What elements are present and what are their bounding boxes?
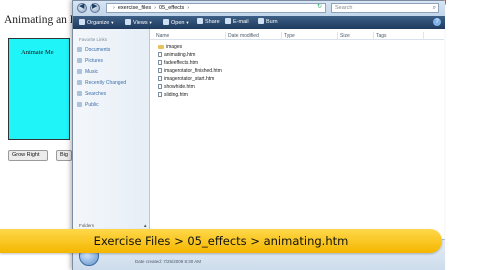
searches-icon <box>77 91 82 96</box>
nav-item-music[interactable]: Music <box>77 69 98 76</box>
chevron-down-icon: ▼ <box>185 20 190 25</box>
back-button[interactable]: ◀ <box>77 3 87 13</box>
folders-toggle[interactable]: Folders <box>79 223 94 228</box>
list-item[interactable]: showhide.htm <box>158 84 195 91</box>
chevron-up-icon[interactable]: ▲ <box>143 223 147 228</box>
share-icon <box>197 18 203 24</box>
file-name: fadeeffects.htm <box>164 60 199 66</box>
nav-item-documents[interactable]: Documents <box>77 47 110 54</box>
nav-item-label: Public <box>85 102 99 108</box>
command-bar: Organize▼ Views▼ Open▼ Share E-mail Burn… <box>73 16 445 29</box>
open-icon <box>163 19 169 25</box>
file-icon <box>158 92 162 97</box>
back-arrow-icon: ◀ <box>79 3 85 10</box>
nav-item-searches[interactable]: Searches <box>77 91 106 98</box>
address-bar[interactable]: › exercise_files › 05_effects › <box>106 3 326 13</box>
music-icon <box>77 69 82 74</box>
burn-label: Burn <box>266 19 278 25</box>
file-icon <box>158 52 162 57</box>
caption-banner: Exercise Files > 05_effects > animating.… <box>0 229 442 253</box>
search-input[interactable]: Search ⌕ <box>331 3 439 13</box>
list-item[interactable]: fadeeffects.htm <box>158 60 198 67</box>
search-placeholder: Search <box>335 5 353 11</box>
forward-arrow-icon: ▶ <box>92 3 98 10</box>
email-label: E-mail <box>233 19 249 25</box>
breadcrumb-separator: › <box>154 5 157 11</box>
recently-changed-icon <box>77 80 82 85</box>
animated-box-label: Animate Me <box>21 49 54 56</box>
views-icon <box>125 19 131 25</box>
nav-item-label: Documents <box>85 47 111 53</box>
file-icon <box>158 68 162 73</box>
search-icon: ⌕ <box>432 5 436 11</box>
animated-box: Animate Me <box>8 38 70 140</box>
nav-item-label: Searches <box>85 91 107 97</box>
column-name[interactable]: Name <box>154 32 226 40</box>
favorite-links-header: Favorite Links <box>79 37 108 42</box>
public-icon <box>77 102 82 107</box>
chevron-down-icon: ▼ <box>148 20 153 25</box>
breadcrumb-05-effects[interactable]: 05_effects <box>159 5 184 11</box>
nav-item-label: Pictures <box>85 58 104 64</box>
column-type[interactable]: Type <box>282 32 338 40</box>
nav-item-pictures[interactable]: Pictures <box>77 58 103 65</box>
documents-icon <box>77 47 82 52</box>
breadcrumb-separator: › <box>113 5 115 11</box>
nav-item-recently-changed[interactable]: Recently Changed <box>77 80 126 87</box>
file-name: animating.htm <box>164 52 196 58</box>
nav-item-label: Music <box>85 69 99 75</box>
address-row: ◀ ▶ › exercise_files › 05_effects › ↻ Search… <box>73 1 445 16</box>
nav-item-label: Recently Changed <box>85 80 127 86</box>
share-label: Share <box>205 19 220 25</box>
column-date-modified[interactable]: Date modified <box>226 32 282 40</box>
email-icon <box>225 18 231 24</box>
list-item[interactable]: imagerotator_finished.htm <box>158 68 222 75</box>
column-headers: Name Date modified Type Size Tags <box>150 32 444 40</box>
file-name: imagerotator_start.htm <box>164 76 215 82</box>
list-item[interactable]: animating.htm <box>158 52 195 59</box>
share-button[interactable]: Share <box>197 18 220 27</box>
column-size[interactable]: Size <box>338 32 374 40</box>
burn-button[interactable]: Burn <box>258 18 278 27</box>
file-name: showhide.htm <box>164 84 195 90</box>
big-button[interactable]: Big <box>56 150 72 161</box>
folder-icon <box>158 45 164 49</box>
views-menu[interactable]: Views▼ <box>125 18 153 27</box>
views-label: Views <box>133 20 148 26</box>
burn-icon <box>258 18 264 24</box>
open-menu[interactable]: Open▼ <box>163 18 189 27</box>
pictures-icon <box>77 58 82 63</box>
nav-item-public[interactable]: Public <box>77 102 99 109</box>
file-name: sliding.htm <box>164 92 188 98</box>
date-created: Date created: 7/25/2009 8:30 AM <box>135 259 202 264</box>
help-icon[interactable]: ? <box>433 18 441 26</box>
breadcrumb-separator: › <box>187 5 190 11</box>
file-name: images <box>166 44 183 50</box>
breadcrumb-exercise-files[interactable]: exercise_files <box>118 5 151 11</box>
file-icon <box>158 76 162 81</box>
list-item[interactable]: sliding.htm <box>158 92 188 99</box>
organize-label: Organize <box>87 20 110 26</box>
grow-right-button[interactable]: Grow Right <box>8 150 48 161</box>
caption-text: Exercise Files > 05_effects > animating.… <box>93 234 349 248</box>
file-icon <box>158 84 162 89</box>
open-label: Open <box>171 20 185 26</box>
email-button[interactable]: E-mail <box>225 18 249 27</box>
chevron-down-icon: ▼ <box>110 20 115 25</box>
organize-menu[interactable]: Organize▼ <box>79 18 114 27</box>
column-tags[interactable]: Tags <box>374 32 424 40</box>
forward-button[interactable]: ▶ <box>90 3 100 13</box>
organize-icon <box>79 19 85 25</box>
file-name: imagerotator_finished.htm <box>164 68 222 74</box>
file-icon <box>158 60 162 65</box>
refresh-icon[interactable]: ↻ <box>317 3 322 10</box>
list-item[interactable]: imagerotator_start.htm <box>158 76 214 83</box>
list-item[interactable]: images <box>158 44 182 51</box>
